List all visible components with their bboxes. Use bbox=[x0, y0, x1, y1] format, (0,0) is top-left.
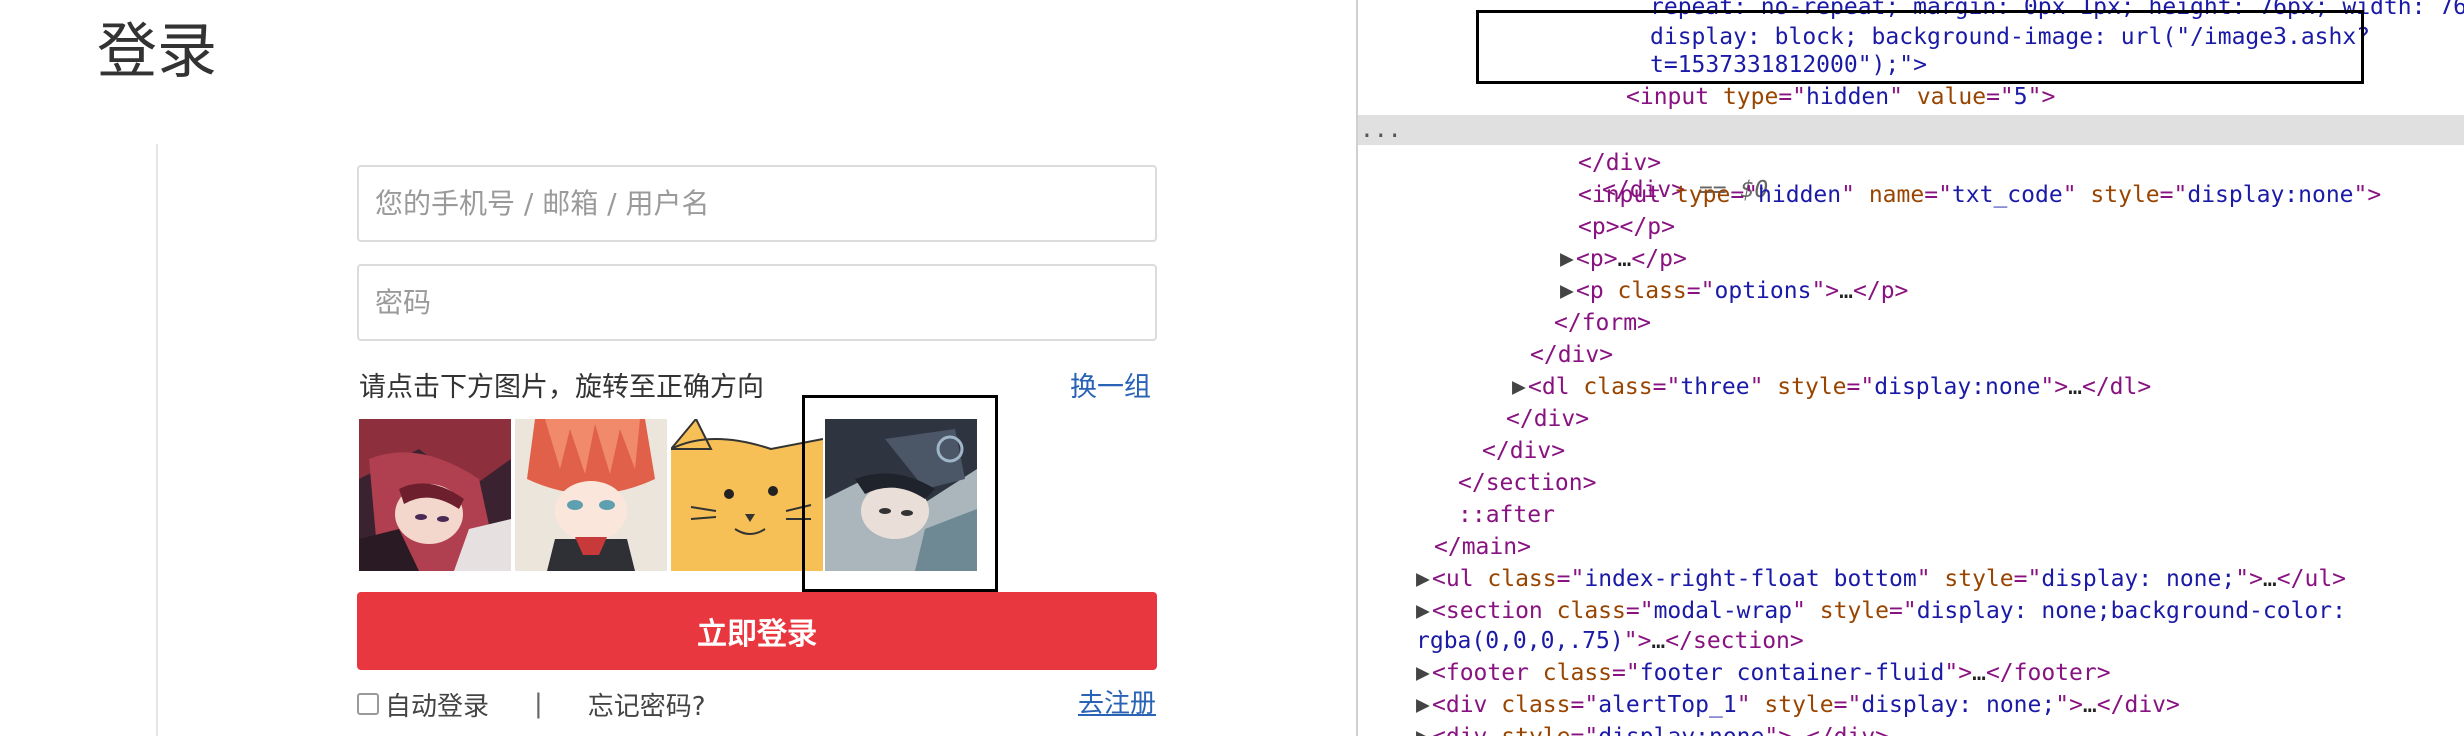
separator: | bbox=[534, 689, 543, 719]
code-line-12[interactable]: </div> bbox=[1530, 340, 1613, 370]
code-line-19[interactable]: ▶<ul class="index-right-float bottom" st… bbox=[1416, 564, 2346, 594]
expand-triangle-icon[interactable]: ▶ bbox=[1416, 658, 1432, 688]
code-line-13[interactable]: ▶<dl class="three" style="display:none">… bbox=[1512, 372, 2151, 402]
code-line-14[interactable]: </div> bbox=[1506, 404, 1589, 434]
code-line-20[interactable]: ▶<section class="modal-wrap" style="disp… bbox=[1416, 596, 2346, 626]
code-line-16[interactable]: </section> bbox=[1458, 468, 1596, 498]
code-line-20-cont[interactable]: rgba(0,0,0,.75)">…</section> bbox=[1416, 626, 1804, 656]
expand-triangle-icon[interactable]: ▶ bbox=[1560, 276, 1576, 306]
divider-line bbox=[156, 144, 158, 736]
captcha-image-1[interactable] bbox=[359, 419, 511, 571]
username-field-wrapper bbox=[357, 165, 1157, 242]
auto-login-label[interactable]: 自动登录 bbox=[385, 686, 489, 723]
swap-captcha-link[interactable]: 换一组 bbox=[1070, 369, 1151, 407]
code-line-10[interactable]: ▶<p class="options">…</p> bbox=[1560, 276, 1908, 306]
code-line-17[interactable]: ::after bbox=[1458, 500, 1555, 530]
code-line-23[interactable]: ▶<div style="display:none">…</div> bbox=[1416, 722, 1889, 736]
password-input[interactable] bbox=[359, 266, 1155, 339]
code-line-21[interactable]: ▶<footer class="footer container-fluid">… bbox=[1416, 658, 2111, 688]
expand-triangle-icon[interactable]: ▶ bbox=[1416, 596, 1432, 626]
expand-triangle-icon[interactable]: ▶ bbox=[1512, 372, 1528, 402]
ellipsis-marker: ... bbox=[1360, 117, 1402, 143]
login-button[interactable]: 立即登录 bbox=[357, 592, 1157, 670]
code-line-11[interactable]: </form> bbox=[1554, 308, 1651, 338]
code-line-7[interactable]: <input type="hidden" name="txt_code" sty… bbox=[1578, 180, 2381, 210]
code-line-15[interactable]: </div> bbox=[1482, 436, 1565, 466]
code-line-18[interactable]: </main> bbox=[1434, 532, 1531, 562]
expand-triangle-icon[interactable]: ▶ bbox=[1416, 564, 1432, 594]
captcha-hint: 请点击下方图片，旋转至正确方向 bbox=[359, 372, 764, 403]
register-link[interactable]: 去注册 bbox=[1078, 686, 1156, 722]
expand-triangle-icon[interactable]: ▶ bbox=[1416, 722, 1432, 736]
code-line-8[interactable]: <p></p> bbox=[1578, 212, 1675, 242]
remember-row: 自动登录 | 忘记密码? bbox=[357, 686, 706, 722]
captcha-image-2-art bbox=[515, 419, 667, 571]
captcha-image-1-art bbox=[359, 419, 511, 571]
code-line-22[interactable]: ▶<div class="alertTop_1" style="display:… bbox=[1416, 690, 2180, 720]
code-line-5-selected[interactable]: ... </div> == $0 bbox=[1358, 115, 2464, 203]
captcha-image-3-art bbox=[671, 419, 823, 571]
code-line-4[interactable]: <input type="hidden" value="5"> bbox=[1626, 82, 2055, 112]
devtools-elements-panel: repeat: no-repeat; margin: 0px 1px; heig… bbox=[1356, 0, 2464, 736]
login-page: 登录 请点击下方图片，旋转至正确方向 换一组 bbox=[0, 0, 1356, 736]
captcha-image-3[interactable] bbox=[671, 419, 823, 571]
password-field-wrapper bbox=[357, 264, 1157, 341]
highlight-box-code bbox=[1476, 10, 2364, 84]
forgot-password-link[interactable]: 忘记密码? bbox=[588, 686, 706, 723]
page-title: 登录 bbox=[97, 17, 217, 87]
auto-login-checkbox[interactable] bbox=[357, 693, 379, 715]
code-line-6[interactable]: </div> bbox=[1578, 148, 1661, 178]
code-line-9[interactable]: ▶<p>…</p> bbox=[1560, 244, 1687, 274]
username-input[interactable] bbox=[359, 167, 1155, 240]
highlight-box-captcha bbox=[802, 395, 998, 592]
captcha-image-2[interactable] bbox=[515, 419, 667, 571]
expand-triangle-icon[interactable]: ▶ bbox=[1560, 244, 1576, 274]
expand-triangle-icon[interactable]: ▶ bbox=[1416, 690, 1432, 720]
